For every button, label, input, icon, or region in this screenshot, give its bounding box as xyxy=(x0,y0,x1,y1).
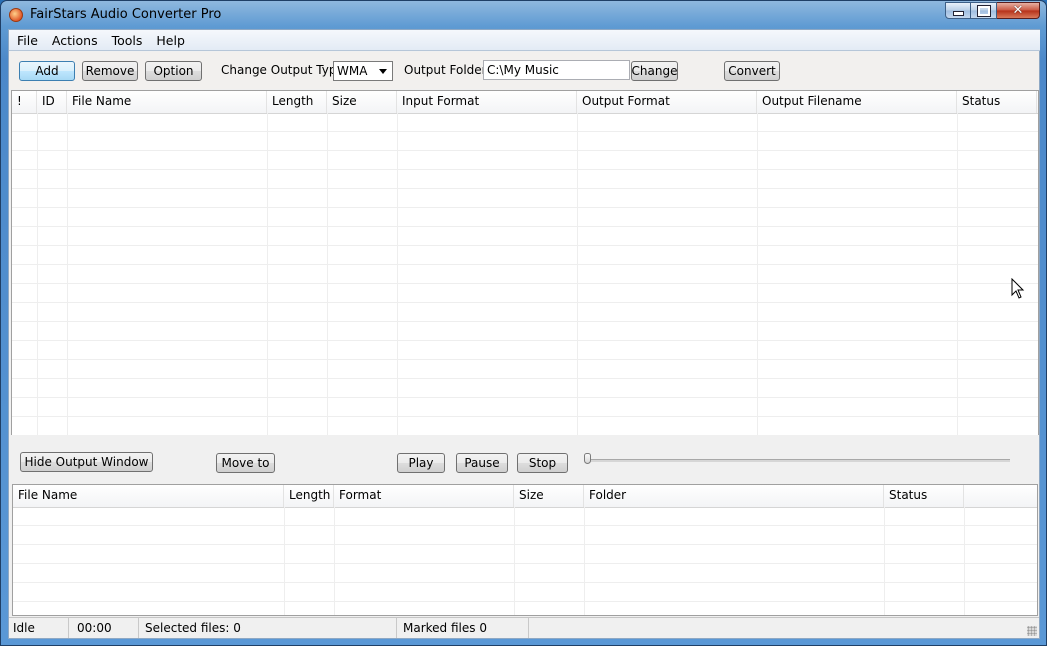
grid-divider xyxy=(957,113,958,440)
column-file-name[interactable]: File Name xyxy=(67,91,267,113)
column-id[interactable]: ID xyxy=(37,91,67,113)
column-status[interactable]: Status xyxy=(957,91,1037,113)
grid-divider xyxy=(514,507,515,615)
hide-output-window-button[interactable]: Hide Output Window xyxy=(20,452,153,472)
window-title: FairStars Audio Converter Pro xyxy=(30,7,222,22)
output-folder-label: Output Folder: xyxy=(404,63,491,77)
app-icon[interactable] xyxy=(9,8,23,22)
grid-divider xyxy=(284,507,285,615)
seek-slider-thumb[interactable] xyxy=(584,453,591,464)
maximize-button[interactable] xyxy=(971,2,997,19)
grid-divider xyxy=(67,113,68,440)
grid-divider xyxy=(327,113,328,440)
stop-button[interactable]: Stop xyxy=(517,453,568,473)
column-folder[interactable]: Folder xyxy=(584,485,884,507)
add-button[interactable]: Add xyxy=(19,61,75,81)
move-to-button[interactable]: Move to xyxy=(216,453,275,473)
close-icon: ✕ xyxy=(1012,3,1024,18)
column-file-name[interactable]: File Name xyxy=(13,485,284,507)
change-folder-button[interactable]: Change xyxy=(631,61,678,81)
column-input-format[interactable]: Input Format xyxy=(397,91,577,113)
menu-tools[interactable]: Tools xyxy=(105,33,150,48)
pause-button[interactable]: Pause xyxy=(456,453,508,473)
input-list-header: ! ID File Name Length Size Input Format … xyxy=(12,91,1038,114)
window-controls: ✕ xyxy=(945,2,1040,20)
output-file-list[interactable]: File Name Length Format Size Folder Stat… xyxy=(12,484,1038,616)
option-button[interactable]: Option xyxy=(145,61,202,81)
output-type-select[interactable]: WMA xyxy=(333,61,393,81)
minimize-icon xyxy=(952,11,964,16)
column-status[interactable]: Status xyxy=(884,485,964,507)
grid-divider xyxy=(267,113,268,440)
menu-actions[interactable]: Actions xyxy=(45,33,105,48)
grid-divider xyxy=(334,507,335,615)
title-bar[interactable]: FairStars Audio Converter Pro ✕ xyxy=(1,1,1046,29)
menu-bar: File Actions Tools Help xyxy=(9,30,1040,51)
app-window: FairStars Audio Converter Pro ✕ File Act… xyxy=(0,0,1047,646)
convert-button[interactable]: Convert xyxy=(724,61,780,81)
close-button[interactable]: ✕ xyxy=(997,2,1040,19)
column-size[interactable]: Size xyxy=(514,485,584,507)
grid-divider xyxy=(964,507,965,615)
status-time: 00:00 xyxy=(69,618,139,638)
mouse-cursor-icon xyxy=(1011,278,1025,299)
dropdown-arrow-icon xyxy=(379,69,387,74)
playback-bar: Hide Output Window Move to Play Pause St… xyxy=(9,435,1039,475)
grid-divider xyxy=(884,507,885,615)
grid-divider xyxy=(757,113,758,440)
menu-help[interactable]: Help xyxy=(149,33,192,48)
grid-divider xyxy=(37,113,38,440)
column-output-filename[interactable]: Output Filename xyxy=(757,91,957,113)
output-list-header: File Name Length Format Size Folder Stat… xyxy=(13,485,1037,508)
output-type-value: WMA xyxy=(337,64,368,78)
status-state: Idle xyxy=(9,618,69,638)
input-file-list[interactable]: ! ID File Name Length Size Input Format … xyxy=(11,90,1039,441)
grid-divider xyxy=(397,113,398,440)
menu-file[interactable]: File xyxy=(10,33,45,48)
toolbar: Add Remove Option Change Output Type: WM… xyxy=(9,52,1039,89)
seek-slider-track[interactable] xyxy=(586,459,1010,462)
grid-divider xyxy=(577,113,578,440)
client-area: File Actions Tools Help Add Remove Optio… xyxy=(8,29,1040,639)
column-mark[interactable]: ! xyxy=(12,91,37,113)
column-format[interactable]: Format xyxy=(334,485,514,507)
play-button[interactable]: Play xyxy=(397,453,445,473)
column-output-format[interactable]: Output Format xyxy=(577,91,757,113)
resize-grip-icon[interactable] xyxy=(1027,626,1037,636)
column-size[interactable]: Size xyxy=(327,91,397,113)
output-type-label: Change Output Type: xyxy=(221,63,348,77)
status-selected-files: Selected files: 0 xyxy=(139,618,397,638)
status-bar: Idle 00:00 Selected files: 0 Marked file… xyxy=(9,617,1039,638)
input-list-body[interactable] xyxy=(12,113,1038,440)
output-folder-field[interactable]: C:\My Music xyxy=(483,60,630,80)
minimize-button[interactable] xyxy=(945,2,971,19)
grid-divider xyxy=(584,507,585,615)
remove-button[interactable]: Remove xyxy=(82,61,138,81)
column-length[interactable]: Length xyxy=(267,91,327,113)
maximize-icon xyxy=(976,4,991,17)
column-length[interactable]: Length xyxy=(284,485,334,507)
status-marked-files: Marked files 0 xyxy=(397,618,529,638)
